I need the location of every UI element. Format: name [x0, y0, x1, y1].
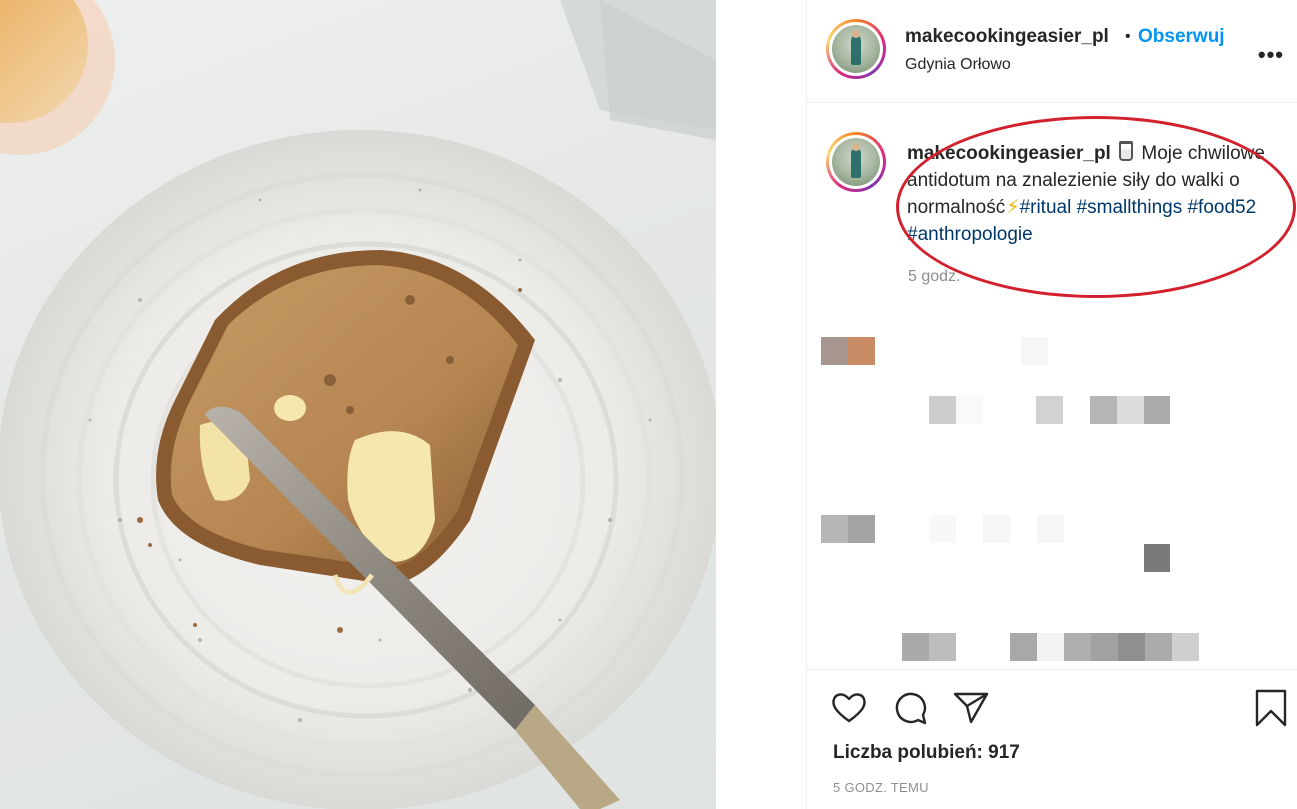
hashtag-smallthings[interactable]: #smallthings	[1077, 197, 1183, 218]
instagram-post-view: makecookingeasier_pl • Obserwuj Gdynia O…	[0, 0, 1297, 809]
likes-count[interactable]: Liczba polubień: 917	[833, 742, 1020, 764]
bookmark-icon[interactable]	[1251, 688, 1291, 728]
location-link[interactable]: Gdynia Orłowo	[905, 56, 1011, 74]
milk-glass-icon	[1119, 141, 1134, 161]
lightning-icon: ⚡	[1006, 197, 1020, 218]
heart-icon[interactable]	[829, 688, 869, 728]
caption-avatar[interactable]	[826, 132, 886, 192]
post-photo[interactable]	[0, 0, 716, 809]
separator-dot: •	[1125, 28, 1131, 45]
follow-button[interactable]: Obserwuj	[1138, 26, 1225, 48]
photo-illustration	[0, 0, 716, 809]
caption-username[interactable]: makecookingeasier_pl	[907, 143, 1111, 164]
hashtag-anthropologie[interactable]: #anthropologie	[907, 224, 1033, 245]
hashtag-ritual[interactable]: #ritual	[1020, 197, 1072, 218]
photo-panel-gap	[716, 0, 806, 809]
hashtag-food52[interactable]: #food52	[1187, 197, 1256, 218]
avatar	[832, 25, 880, 73]
post-panel: makecookingeasier_pl • Obserwuj Gdynia O…	[806, 0, 1297, 809]
post-actions: Liczba polubień: 917 5 GODZ. TEMU	[807, 669, 1297, 809]
avatar	[832, 138, 880, 186]
post-caption: makecookingeasier_pl Moje chwilowe antid…	[907, 140, 1282, 248]
header-username[interactable]: makecookingeasier_pl	[905, 26, 1109, 48]
story-avatar[interactable]	[826, 19, 886, 79]
post-header: makecookingeasier_pl • Obserwuj Gdynia O…	[807, 0, 1297, 103]
send-icon[interactable]	[951, 688, 991, 728]
more-options-icon[interactable]: •••	[1258, 42, 1284, 68]
post-timestamp[interactable]: 5 GODZ. TEMU	[833, 780, 929, 795]
comment-icon[interactable]	[891, 688, 931, 728]
caption-timestamp[interactable]: 5 godz.	[908, 268, 960, 286]
